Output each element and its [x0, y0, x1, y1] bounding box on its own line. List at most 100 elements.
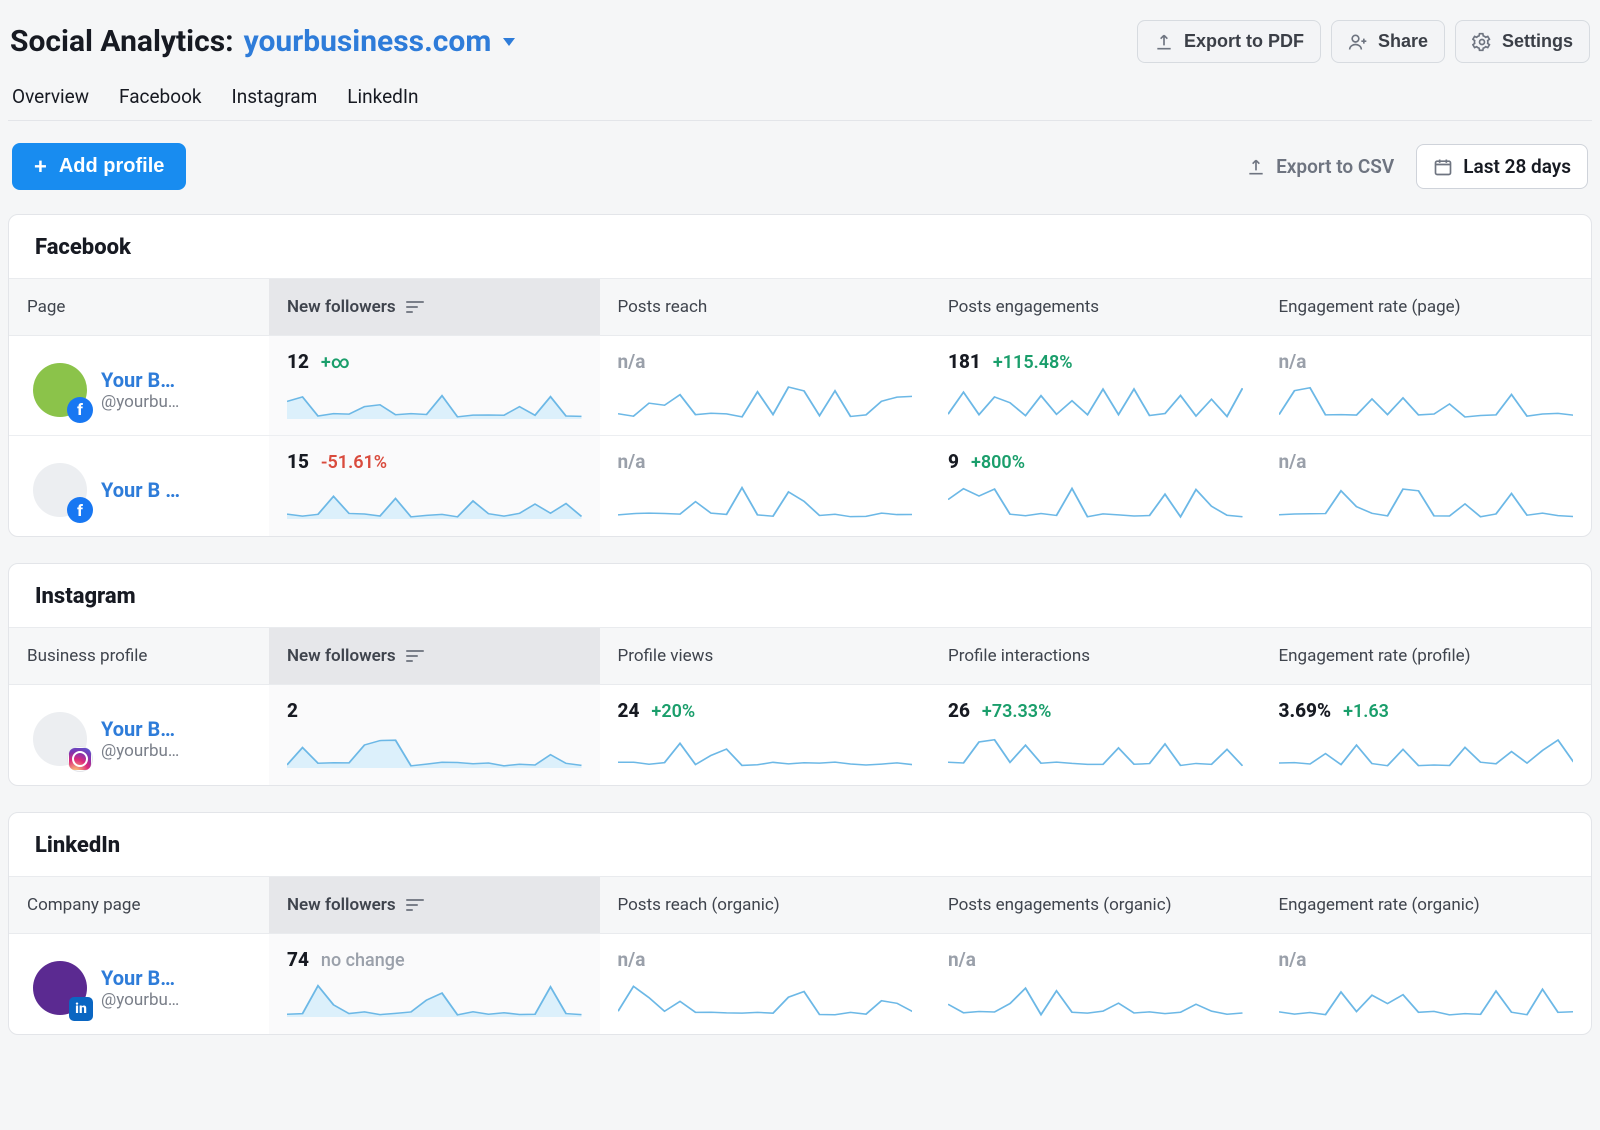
- metric-cell: 181 +115.48%: [930, 336, 1261, 435]
- sparkline: [948, 977, 1243, 1017]
- calendar-icon: [1433, 157, 1453, 177]
- metric-line: n/a: [618, 350, 913, 373]
- profile-cell[interactable]: fYour B …: [9, 436, 269, 536]
- metric-line: n/a: [618, 948, 913, 971]
- metric-value: n/a: [948, 948, 976, 971]
- metric-value: n/a: [618, 948, 646, 971]
- table-header: PageNew followers Posts reachPosts engag…: [9, 278, 1591, 336]
- column-header[interactable]: New followers: [269, 877, 600, 933]
- column-header[interactable]: Profile views: [600, 628, 931, 684]
- metric-value: 74: [287, 948, 309, 971]
- sparkline: [618, 479, 913, 519]
- column-header[interactable]: Company page: [9, 877, 269, 933]
- export-csv-button[interactable]: Export to CSV: [1246, 155, 1394, 178]
- domain-selector[interactable]: yourbusiness.com: [244, 24, 516, 59]
- sort-icon: [406, 301, 424, 313]
- sparkline: [948, 728, 1243, 768]
- metric-value: 9: [948, 450, 959, 473]
- toolbar: + Add profile Export to CSV Last 28 days: [8, 121, 1592, 208]
- export-csv-label: Export to CSV: [1276, 155, 1394, 178]
- sparkline: [287, 379, 582, 419]
- add-profile-button[interactable]: + Add profile: [12, 143, 186, 190]
- metric-delta: +115.48%: [993, 352, 1073, 373]
- metric-line: n/a: [948, 948, 1243, 971]
- profile-cell[interactable]: Your B…@yourbu…: [9, 685, 269, 785]
- sections-container: FacebookPageNew followers Posts reachPos…: [8, 214, 1592, 1035]
- tab-linkedin[interactable]: LinkedIn: [347, 85, 418, 108]
- table-row: fYour B …15 -51.61%n/a 9 +800%n/a: [9, 436, 1591, 536]
- metric-cell: 74 no change: [269, 934, 600, 1034]
- metric-delta: +20%: [651, 701, 695, 722]
- metric-line: n/a: [1279, 350, 1574, 373]
- metric-line: 24 +20%: [618, 699, 913, 722]
- sparkline: [1279, 977, 1574, 1017]
- tab-instagram[interactable]: Instagram: [232, 85, 318, 108]
- share-button[interactable]: Share: [1331, 20, 1445, 63]
- metric-line: n/a: [1279, 948, 1574, 971]
- facebook-badge-icon: f: [67, 397, 93, 423]
- table-row: inYour B…@yourbu… 74 no change n/a n/a n/a: [9, 934, 1591, 1034]
- section-panel: FacebookPageNew followers Posts reachPos…: [8, 214, 1592, 537]
- column-header[interactable]: Posts engagements (organic): [930, 877, 1261, 933]
- column-header[interactable]: Business profile: [9, 628, 269, 684]
- profile-avatar: [33, 712, 87, 766]
- metric-cell: 24 +20%: [600, 685, 931, 785]
- metric-cell: n/a: [600, 436, 931, 536]
- column-header[interactable]: New followers: [269, 628, 600, 684]
- table-row: Your B…@yourbu… 2 24 +20% 26 +73.33% 3.69% …: [9, 685, 1591, 785]
- export-pdf-button[interactable]: Export to PDF: [1137, 20, 1321, 63]
- tab-facebook[interactable]: Facebook: [119, 85, 202, 108]
- metric-delta: -51.61%: [321, 452, 387, 473]
- section-panel: InstagramBusiness profileNew followers P…: [8, 563, 1592, 786]
- page-header: Social Analytics: yourbusiness.com Expor…: [8, 8, 1592, 85]
- column-header[interactable]: Engagement rate (page): [1261, 279, 1592, 335]
- column-header[interactable]: Engagement rate (organic): [1261, 877, 1592, 933]
- metric-delta: no change: [321, 950, 405, 971]
- metric-value: n/a: [618, 350, 646, 373]
- settings-button[interactable]: Settings: [1455, 20, 1590, 63]
- date-range-selector[interactable]: Last 28 days: [1416, 144, 1588, 189]
- table-header: Company pageNew followers Posts reach (o…: [9, 876, 1591, 934]
- settings-label: Settings: [1502, 31, 1573, 52]
- metric-cell: n/a: [1261, 336, 1592, 435]
- column-header[interactable]: Posts engagements: [930, 279, 1261, 335]
- sparkline: [287, 977, 582, 1017]
- section-panel: LinkedInCompany pageNew followers Posts …: [8, 812, 1592, 1035]
- sparkline: [287, 728, 582, 768]
- profile-name: Your B…: [101, 717, 179, 741]
- metric-value: n/a: [1279, 350, 1307, 373]
- tabs: Overview Facebook Instagram LinkedIn: [8, 85, 1592, 121]
- sort-icon: [406, 650, 424, 662]
- metric-delta: +73.33%: [982, 701, 1051, 722]
- column-header[interactable]: Posts reach (organic): [600, 877, 931, 933]
- metric-cell: n/a: [1261, 934, 1592, 1034]
- metric-cell: 3.69% +1.63: [1261, 685, 1592, 785]
- export-pdf-label: Export to PDF: [1184, 31, 1304, 52]
- profile-cell[interactable]: inYour B…@yourbu…: [9, 934, 269, 1034]
- profile-handle: @yourbu…: [101, 990, 179, 1010]
- upload-icon: [1246, 157, 1266, 177]
- section-title: Facebook: [9, 215, 1591, 278]
- tab-overview[interactable]: Overview: [12, 85, 89, 108]
- table-row: f Your B…@yourbu… 12 +∞ n/a 181 +115.48% n/a: [9, 336, 1591, 436]
- metric-value: 2: [287, 699, 298, 722]
- metric-line: 2: [287, 699, 582, 722]
- metric-line: 9 +800%: [948, 450, 1243, 473]
- metric-cell: 15 -51.61%: [269, 436, 600, 536]
- column-header[interactable]: Profile interactions: [930, 628, 1261, 684]
- sparkline: [1279, 479, 1574, 519]
- column-header[interactable]: New followers: [269, 279, 600, 335]
- metric-value: 12: [287, 350, 309, 373]
- profile-name: Your B…: [101, 368, 179, 392]
- column-header[interactable]: Page: [9, 279, 269, 335]
- metric-value: n/a: [618, 450, 646, 473]
- metric-value: n/a: [1279, 948, 1307, 971]
- profile-cell[interactable]: f Your B…@yourbu…: [9, 336, 269, 435]
- metric-line: 74 no change: [287, 948, 582, 971]
- profile-handle: @yourbu…: [101, 392, 179, 412]
- metric-value: 26: [948, 699, 970, 722]
- metric-cell: 12 +∞: [269, 336, 600, 435]
- column-header[interactable]: Engagement rate (profile): [1261, 628, 1592, 684]
- sparkline: [948, 479, 1243, 519]
- column-header[interactable]: Posts reach: [600, 279, 931, 335]
